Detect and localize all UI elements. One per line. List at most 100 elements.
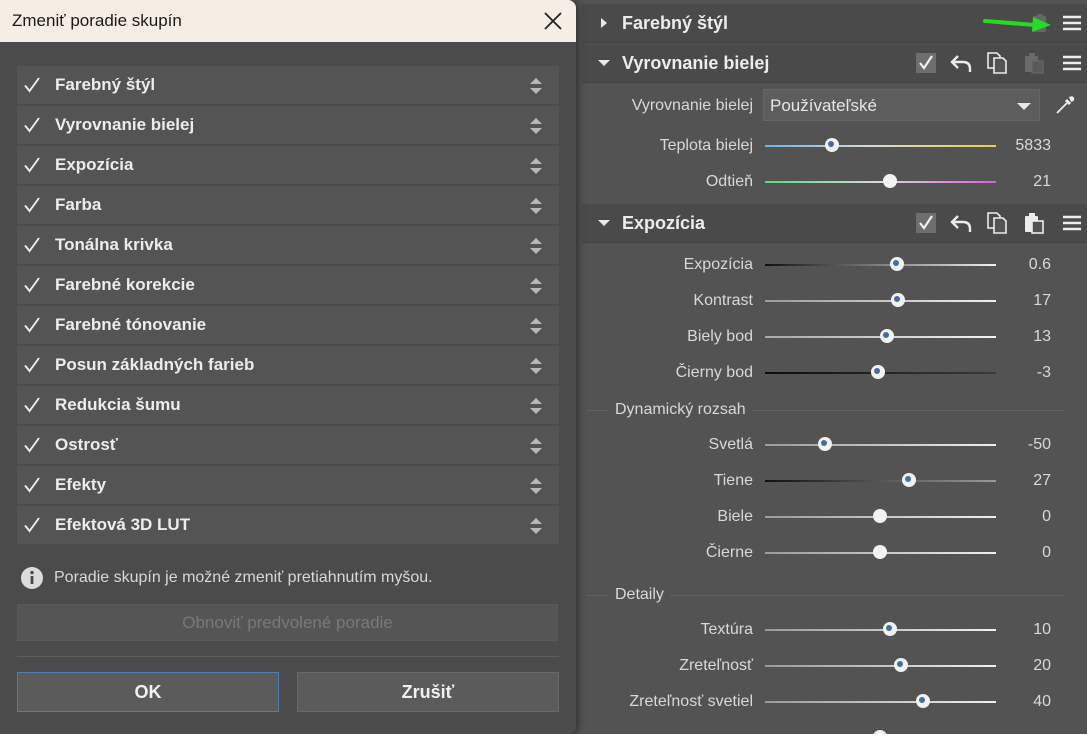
checkbox-icon[interactable] <box>23 76 41 94</box>
drag-handle-icon[interactable] <box>529 156 543 176</box>
drag-handle-icon[interactable] <box>529 436 543 456</box>
slider-value[interactable]: 27 <box>1033 463 1051 499</box>
slider-thumb[interactable] <box>891 293 905 307</box>
list-item[interactable]: Farba <box>17 186 559 224</box>
copy-icon[interactable] <box>985 51 1009 75</box>
enable-checkbox-icon[interactable] <box>914 51 938 75</box>
checkbox-icon[interactable] <box>23 516 41 534</box>
drag-handle-icon[interactable] <box>529 396 543 416</box>
drag-handle-icon[interactable] <box>529 76 543 96</box>
slider-track[interactable] <box>765 480 996 482</box>
slider-thumb[interactable] <box>880 329 894 343</box>
info-icon <box>21 567 43 589</box>
collapse-arrow-icon[interactable] <box>596 55 612 71</box>
slider-track[interactable] <box>765 444 996 446</box>
checkbox-icon[interactable] <box>23 396 41 414</box>
checkbox-icon[interactable] <box>23 156 41 174</box>
checkbox-icon[interactable] <box>23 276 41 294</box>
slider-thumb[interactable] <box>871 365 885 379</box>
list-item[interactable]: Expozícia <box>17 146 559 184</box>
slider-value[interactable]: 20 <box>1033 648 1051 684</box>
list-item[interactable]: Farebné korekcie <box>17 266 559 304</box>
list-item[interactable]: Redukcia šumu <box>17 386 559 424</box>
drag-handle-icon[interactable] <box>529 316 543 336</box>
slider-value[interactable]: 40 <box>1033 684 1051 720</box>
slider-value[interactable]: 10 <box>1033 612 1051 648</box>
white-balance-select[interactable]: Používateľské <box>763 89 1040 121</box>
slider-thumb[interactable] <box>883 622 897 636</box>
reset-order-button[interactable]: Obnoviť predvolené poradie <box>17 604 558 641</box>
drag-handle-icon[interactable] <box>529 196 543 216</box>
list-item[interactable]: Farebné tónovanie <box>17 306 559 344</box>
slider-thumb[interactable] <box>873 545 887 559</box>
tint-slider-track[interactable] <box>765 181 996 183</box>
slider-value[interactable]: 13 <box>1033 319 1051 355</box>
close-icon[interactable] <box>542 10 564 32</box>
slider-thumb[interactable] <box>890 257 904 271</box>
list-item[interactable]: Farebný štýl <box>17 66 559 104</box>
slider-track[interactable] <box>765 701 996 703</box>
list-item[interactable]: Efekty <box>17 466 559 504</box>
slider-track[interactable] <box>765 629 996 631</box>
slider-track[interactable] <box>765 300 996 302</box>
temperature-slider-track[interactable] <box>765 145 996 147</box>
slider-track[interactable] <box>765 665 996 667</box>
ok-button[interactable]: OK <box>17 672 279 712</box>
enable-checkbox-icon[interactable] <box>914 211 938 235</box>
slider-value[interactable]: 21 <box>1033 164 1051 200</box>
slider-track[interactable] <box>765 264 996 266</box>
slider-value[interactable]: 0 <box>1042 499 1051 535</box>
slider-thumb[interactable] <box>902 473 916 487</box>
list-item[interactable]: Posun základných farieb <box>17 346 559 384</box>
menu-icon[interactable] <box>1060 211 1084 235</box>
undo-icon[interactable] <box>949 51 973 75</box>
slider-row-texture: Textúra 10 <box>577 612 1087 648</box>
slider-label: Čierne <box>705 544 753 561</box>
slider-thumb[interactable] <box>818 437 832 451</box>
section-header-exposure[interactable]: Expozícia <box>582 204 1087 243</box>
slider-thumb[interactable] <box>883 174 897 188</box>
paste-icon[interactable] <box>1022 51 1046 75</box>
menu-icon[interactable] <box>1060 11 1084 35</box>
collapse-arrow-icon[interactable] <box>596 215 612 231</box>
checkbox-icon[interactable] <box>23 116 41 134</box>
drag-handle-icon[interactable] <box>529 276 543 296</box>
slider-value[interactable]: 0.6 <box>1029 247 1051 283</box>
drag-handle-icon[interactable] <box>529 476 543 496</box>
section-header-white-balance[interactable]: Vyrovnanie bielej <box>582 44 1087 83</box>
slider-value[interactable]: 5833 <box>1015 128 1051 164</box>
checkbox-icon[interactable] <box>23 436 41 454</box>
slider-thumb[interactable] <box>873 730 887 734</box>
copy-icon[interactable] <box>985 211 1009 235</box>
undo-icon[interactable] <box>949 211 973 235</box>
slider-value[interactable]: 0 <box>1042 535 1051 571</box>
list-item[interactable]: Efektová 3D LUT <box>17 506 559 544</box>
checkbox-icon[interactable] <box>23 356 41 374</box>
slider-label: Tiene <box>713 472 753 489</box>
list-item[interactable]: Vyrovnanie bielej <box>17 106 559 144</box>
slider-thumb[interactable] <box>825 138 839 152</box>
drag-handle-icon[interactable] <box>529 356 543 376</box>
drag-handle-icon[interactable] <box>529 516 543 536</box>
drag-handle-icon[interactable] <box>529 236 543 256</box>
checkbox-icon[interactable] <box>23 476 41 494</box>
slider-value[interactable]: -50 <box>1028 427 1051 463</box>
white-balance-select-label: Vyrovnanie bielej <box>631 97 753 114</box>
list-item[interactable]: Ostrosť <box>17 426 559 464</box>
cancel-button[interactable]: Zrušiť <box>297 672 559 712</box>
slider-value[interactable]: 17 <box>1033 283 1051 319</box>
slider-thumb[interactable] <box>873 509 887 523</box>
list-item-label: Farebné korekcie <box>55 275 195 294</box>
drag-handle-icon[interactable] <box>529 116 543 136</box>
expand-arrow-icon[interactable] <box>596 15 612 31</box>
checkbox-icon[interactable] <box>23 316 41 334</box>
slider-thumb[interactable] <box>894 658 908 672</box>
paste-icon[interactable] <box>1022 211 1046 235</box>
checkbox-icon[interactable] <box>23 196 41 214</box>
slider-thumb[interactable] <box>916 694 930 708</box>
menu-icon[interactable] <box>1060 51 1084 75</box>
checkbox-icon[interactable] <box>23 236 41 254</box>
list-item[interactable]: Tonálna krivka <box>17 226 559 264</box>
eyedropper-icon[interactable] <box>1053 93 1077 117</box>
slider-value[interactable]: -3 <box>1037 355 1051 391</box>
